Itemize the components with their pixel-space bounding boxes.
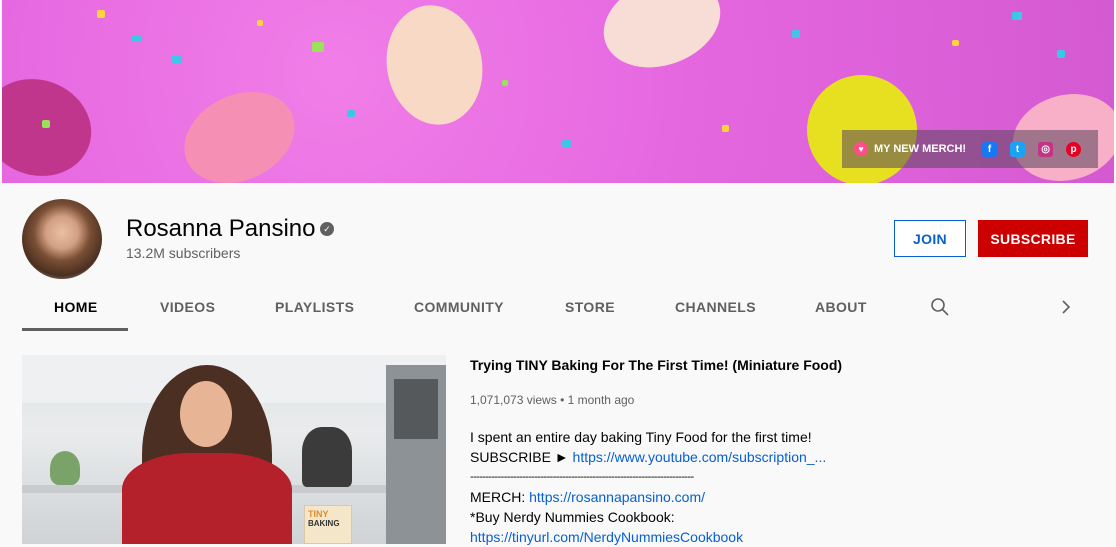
sprinkle-decoration bbox=[562, 140, 571, 147]
cookbook: TINY BAKING bbox=[304, 505, 352, 544]
merch-link[interactable]: MY NEW MERCH! bbox=[874, 143, 966, 155]
avatar[interactable] bbox=[22, 199, 102, 279]
desc-book-label: *Buy Nerdy Nummies Cookbook: bbox=[470, 509, 675, 525]
sprinkle-decoration bbox=[312, 42, 324, 52]
banner-links: ♥ MY NEW MERCH! f t ◎ p bbox=[842, 130, 1098, 168]
facebook-icon[interactable]: f bbox=[982, 141, 998, 157]
verified-icon: ✓ bbox=[320, 222, 334, 236]
video-meta: 1,071,073 views • 1 month ago bbox=[470, 393, 634, 407]
tab-playlists[interactable]: PLAYLISTS bbox=[275, 299, 354, 315]
desc-merch-link[interactable]: https://rosannapansino.com/ bbox=[529, 489, 705, 505]
sprinkle-decoration bbox=[132, 35, 141, 42]
merch-icon: ♥ bbox=[854, 142, 868, 156]
sprinkle-decoration bbox=[792, 30, 800, 38]
oven-window bbox=[394, 379, 438, 439]
tab-about[interactable]: ABOUT bbox=[815, 299, 867, 315]
sprinkle-decoration bbox=[1057, 50, 1065, 58]
person-face bbox=[180, 381, 232, 447]
sprinkle-decoration bbox=[722, 125, 729, 132]
tab-community[interactable]: COMMUNITY bbox=[414, 299, 504, 315]
desc-book-link[interactable]: https://tinyurl.com/NerdyNummiesCookbook bbox=[470, 529, 743, 545]
tab-channels[interactable]: CHANNELS bbox=[675, 299, 756, 315]
sprinkle-decoration bbox=[952, 40, 959, 46]
sprinkle-decoration bbox=[97, 10, 105, 18]
macaron-decoration bbox=[377, 0, 492, 133]
sprinkle-decoration bbox=[347, 110, 355, 117]
upload-age: 1 month ago bbox=[567, 393, 635, 407]
tab-home[interactable]: HOME bbox=[54, 299, 98, 315]
cookbook-subtitle: BAKING bbox=[308, 519, 340, 528]
sprinkle-decoration bbox=[257, 20, 263, 26]
chevron-right-icon[interactable] bbox=[1058, 297, 1074, 317]
video-thumbnail[interactable]: TINY BAKING bbox=[22, 355, 446, 544]
video-title[interactable]: Trying TINY Baking For The First Time! (… bbox=[470, 357, 842, 373]
twitter-icon[interactable]: t bbox=[1010, 141, 1026, 157]
join-button[interactable]: JOIN bbox=[894, 220, 966, 257]
video-description: I spent an entire day baking Tiny Food f… bbox=[470, 427, 826, 547]
macaron-decoration bbox=[591, 0, 733, 83]
subscriber-count: 13.2M subscribers bbox=[126, 245, 241, 261]
plant bbox=[50, 451, 80, 485]
instagram-icon[interactable]: ◎ bbox=[1038, 141, 1054, 157]
subscribe-button[interactable]: SUBSCRIBE bbox=[978, 220, 1088, 257]
channel-name: Rosanna Pansino bbox=[126, 215, 316, 242]
sprinkle-decoration bbox=[1012, 12, 1022, 20]
desc-subscribe-link[interactable]: https://www.youtube.com/subscription_... bbox=[573, 449, 827, 465]
search-icon[interactable] bbox=[930, 297, 950, 317]
person-sweater bbox=[122, 453, 292, 544]
sprinkle-decoration bbox=[42, 120, 50, 128]
view-count: 1,071,073 views bbox=[470, 393, 557, 407]
channel-tabs: HOME VIDEOS PLAYLISTS COMMUNITY STORE CH… bbox=[22, 289, 1112, 331]
meta-separator: • bbox=[560, 393, 568, 407]
tab-store[interactable]: STORE bbox=[565, 299, 615, 315]
desc-divider: ----------------------------------------… bbox=[470, 471, 694, 483]
cookbook-title: TINY bbox=[308, 509, 329, 519]
desc-line: I spent an entire day baking Tiny Food f… bbox=[470, 429, 812, 445]
sprinkle-decoration bbox=[502, 80, 508, 86]
desc-subscribe-line: SUBSCRIBE ► https://www.youtube.com/subs… bbox=[470, 447, 826, 467]
channel-banner: ♥ MY NEW MERCH! f t ◎ p bbox=[2, 0, 1114, 183]
macaron-decoration bbox=[169, 74, 310, 183]
macaron-decoration bbox=[2, 64, 105, 183]
pinterest-icon[interactable]: p bbox=[1066, 141, 1082, 157]
mixer bbox=[302, 427, 352, 487]
channel-header: Rosanna Pansino ✓ 13.2M subscribers JOIN… bbox=[2, 183, 1114, 331]
desc-merch-label: MERCH: bbox=[470, 489, 526, 505]
desc-merch-line: MERCH: https://rosannapansino.com/ bbox=[470, 487, 826, 507]
featured-video-section: TINY BAKING Trying TINY Baking For The F… bbox=[2, 331, 1114, 547]
tab-videos[interactable]: VIDEOS bbox=[160, 299, 215, 315]
sprinkle-decoration bbox=[172, 55, 182, 63]
desc-subscribe-label: SUBSCRIBE ► bbox=[470, 449, 569, 465]
